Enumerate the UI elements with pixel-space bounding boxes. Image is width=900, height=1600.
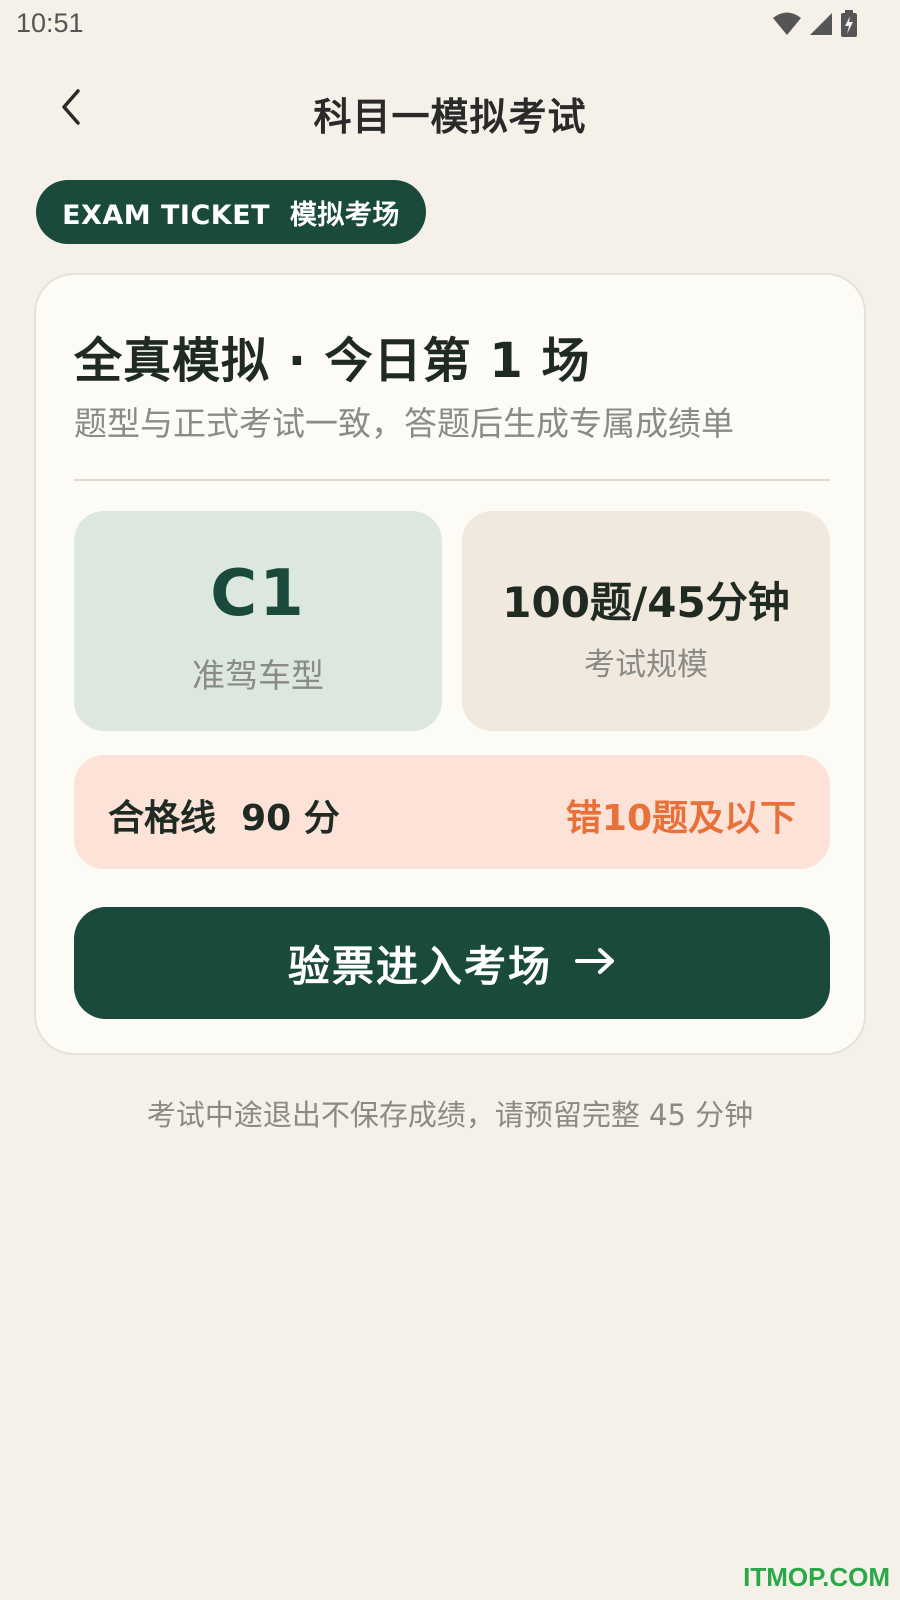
divider xyxy=(74,479,830,481)
exam-footnote: 考试中途退出不保存成绩，请预留完整 45 分钟 xyxy=(146,1098,754,1132)
wifi-icon xyxy=(772,11,802,41)
status-bar: 10:51 xyxy=(0,0,900,50)
license-type-label: 准驾车型 xyxy=(192,656,324,695)
battery-charging-icon xyxy=(840,10,858,42)
license-type-value: C1 xyxy=(210,557,306,631)
exam-scale-tile: 100题/45分钟 考试规模 xyxy=(462,511,830,731)
watermark: ITMOP.COM xyxy=(743,1562,890,1592)
status-time: 10:51 xyxy=(16,8,84,38)
enter-exam-label: 验票进入考场 xyxy=(287,941,552,991)
arrow-right-icon xyxy=(574,946,616,980)
page-title: 科目一模拟考试 xyxy=(313,95,587,139)
status-icons xyxy=(772,10,858,42)
pass-line-label: 合格线 90 分 xyxy=(108,798,340,839)
card-subtitle: 题型与正式考试一致，答题后生成专属成绩单 xyxy=(74,404,734,443)
exam-scale-value: 100题/45分钟 xyxy=(502,578,790,627)
card-title: 全真模拟 · 今日第 1 场 xyxy=(74,333,591,389)
enter-exam-button[interactable]: 验票进入考场 xyxy=(74,907,830,1019)
pass-line-note: 错10题及以下 xyxy=(565,798,796,839)
cellular-signal-icon xyxy=(808,11,834,41)
top-app-bar: 科目一模拟考试 xyxy=(0,72,900,152)
exam-card: 全真模拟 · 今日第 1 场 题型与正式考试一致，答题后生成专属成绩单 C1 准… xyxy=(34,273,866,1055)
exam-scale-label: 考试规模 xyxy=(584,647,708,683)
pass-line-row: 合格线 90 分 错10题及以下 xyxy=(74,755,830,869)
license-type-tile: C1 准驾车型 xyxy=(74,511,442,731)
exam-ticket-badge: EXAM TICKET 模拟考场 xyxy=(36,180,426,244)
